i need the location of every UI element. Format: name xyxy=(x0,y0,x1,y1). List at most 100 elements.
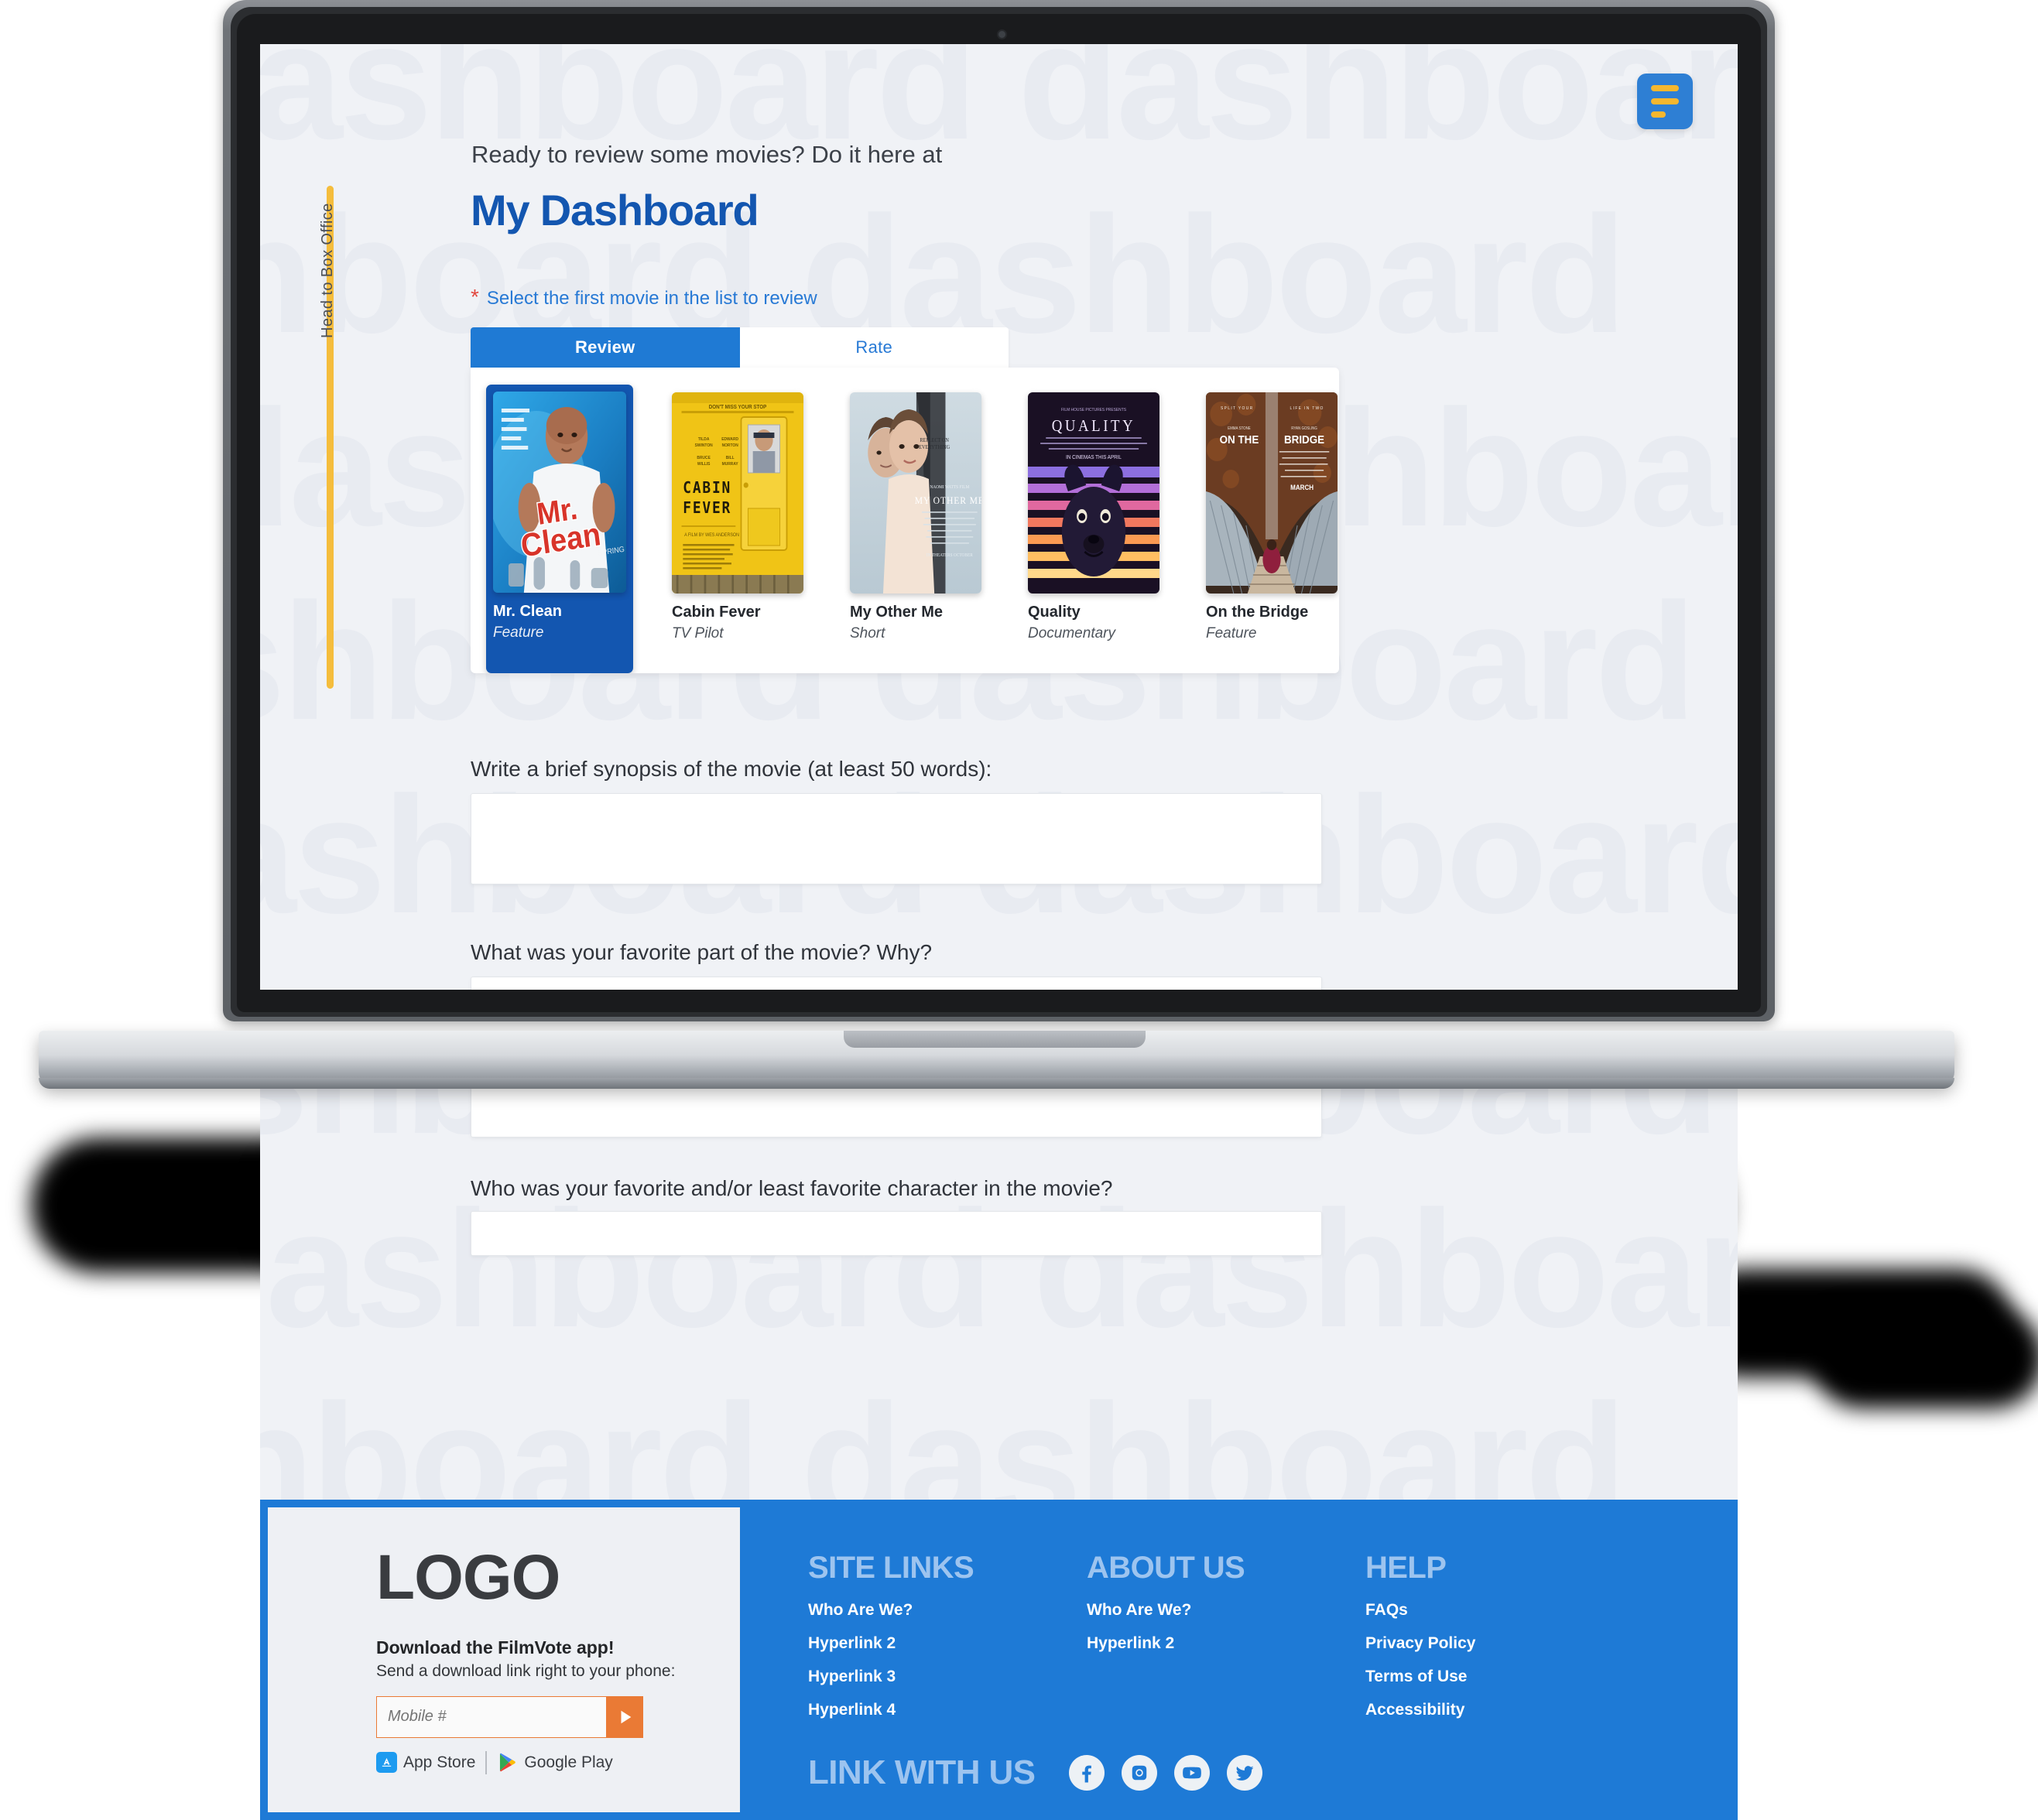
movie-type: TV Pilot xyxy=(672,625,724,641)
dashboard-page: Head to Box Office Ready to review some … xyxy=(260,44,1738,990)
facebook-icon[interactable] xyxy=(1069,1755,1105,1791)
svg-text:IN CINEMAS THIS APRIL: IN CINEMAS THIS APRIL xyxy=(1066,455,1122,460)
question-label-3: Who was your favorite and/or least favor… xyxy=(471,1176,1113,1200)
svg-text:NORTON: NORTON xyxy=(722,443,738,448)
svg-text:BRIDGE: BRIDGE xyxy=(1284,433,1324,446)
svg-text:FILM HOUSE PICTURES PRESENTS: FILM HOUSE PICTURES PRESENTS xyxy=(1061,408,1126,412)
footer-link[interactable]: Accessibility xyxy=(1365,1701,1644,1719)
page-eyebrow-text: Ready to review some movies? Do it here … xyxy=(471,141,943,168)
movie-type: Documentary xyxy=(1028,625,1115,641)
movie-poster-cabin-fever: DON'T MISS YOUR STOP TILDA SWINTON EDWAR… xyxy=(672,392,803,594)
movie-title: On the Bridge xyxy=(1206,604,1309,621)
twitter-icon[interactable] xyxy=(1227,1755,1263,1791)
svg-text:QUALITY: QUALITY xyxy=(1052,417,1135,435)
movie-title: Mr. Clean xyxy=(493,603,562,620)
required-field-note: * Select the first movie in the list to … xyxy=(471,286,817,310)
mobile-submit-button[interactable] xyxy=(607,1695,643,1738)
hamburger-menu-icon[interactable] xyxy=(1637,74,1693,129)
required-note-text: Select the first movie in the list to re… xyxy=(486,288,817,309)
svg-text:REFLECT ON: REFLECT ON xyxy=(920,438,949,443)
svg-text:TILDA: TILDA xyxy=(698,437,710,442)
svg-text:MARCH: MARCH xyxy=(1290,484,1314,492)
tab-rate[interactable]: Rate xyxy=(739,327,1009,368)
site-logo: LOGO xyxy=(376,1542,560,1613)
footer-link[interactable]: Privacy Policy xyxy=(1365,1634,1644,1653)
movie-poster-quality: FILM HOUSE PICTURES PRESENTS QUALITY IN … xyxy=(1028,392,1159,594)
app-store-link[interactable]: App Store xyxy=(376,1752,475,1774)
mobile-signup-row xyxy=(376,1695,643,1738)
svg-text:NAOMI WATTS FILM: NAOMI WATTS FILM xyxy=(930,485,969,490)
svg-text:WILLIS: WILLIS xyxy=(697,462,711,467)
hamburger-bar-3 xyxy=(1651,111,1666,118)
svg-text:BRUCE: BRUCE xyxy=(697,456,711,460)
footer-heading-about-us: ABOUT US xyxy=(1087,1551,1245,1585)
svg-text:SWINTON: SWINTON xyxy=(695,443,713,448)
google-play-label: Google Play xyxy=(524,1753,613,1771)
svg-text:IN THEATERS OCTOBER: IN THEATERS OCTOBER xyxy=(927,553,973,558)
review-rate-tabs: Review Rate xyxy=(471,327,1009,368)
question-label-2: What was your favorite part of the movie… xyxy=(471,940,933,964)
link-with-us-heading: LINK WITH US xyxy=(808,1753,1036,1791)
svg-text:EMMA STONE: EMMA STONE xyxy=(1228,426,1251,431)
hamburger-bar-2 xyxy=(1651,98,1679,104)
movie-card-quality[interactable]: FILM HOUSE PICTURES PRESENTS QUALITY IN … xyxy=(1020,385,1167,673)
laptop-webcam xyxy=(997,29,1007,39)
footer-link[interactable]: FAQs xyxy=(1365,1601,1644,1620)
movie-title: My Other Me xyxy=(850,604,944,621)
favorite-part-textarea-continued[interactable] xyxy=(471,1085,1322,1138)
movie-carousel: Mr. Clean SPRING 2020 xyxy=(471,368,1339,673)
youtube-icon[interactable] xyxy=(1174,1755,1211,1791)
question-label-1: Write a brief synopsis of the movie (at … xyxy=(471,757,992,781)
apple-app-store-icon xyxy=(376,1752,397,1774)
footer-column-help: HELP FAQs Privacy Policy Terms of Use Ac… xyxy=(1365,1551,1644,1820)
social-section: LINK WITH US xyxy=(808,1753,1263,1792)
movie-card-cabin-fever[interactable]: DON'T MISS YOUR STOP TILDA SWINTON EDWAR… xyxy=(664,385,811,673)
app-download-subtitle: Send a download link right to your phone… xyxy=(376,1661,676,1680)
instagram-icon[interactable] xyxy=(1122,1755,1158,1791)
footer-logo-panel: LOGO Download the FilmVote app! Send a d… xyxy=(268,1507,740,1812)
footer-heading-site-links: SITE LINKS xyxy=(808,1551,974,1585)
favorite-part-textarea[interactable] xyxy=(471,977,1322,990)
site-footer: LOGO Download the FilmVote app! Send a d… xyxy=(260,1500,1738,1820)
tab-review[interactable]: Review xyxy=(471,327,740,368)
svg-text:RYAN GOSLING: RYAN GOSLING xyxy=(1291,426,1317,431)
synopsis-textarea[interactable] xyxy=(471,793,1322,884)
svg-text:SPLIT YOUR: SPLIT YOUR xyxy=(1221,406,1253,411)
app-store-badges: App Store Google Play xyxy=(376,1750,740,1774)
svg-text:EDWARD: EDWARD xyxy=(721,437,738,442)
svg-text:DON'T MISS YOUR STOP: DON'T MISS YOUR STOP xyxy=(709,405,767,410)
movie-title: Quality xyxy=(1028,604,1081,621)
footer-link[interactable]: Terms of Use xyxy=(1365,1668,1644,1686)
footer-link[interactable]: Hyperlink 3 xyxy=(808,1668,1087,1686)
footer-link[interactable]: Hyperlink 4 xyxy=(808,1701,1087,1719)
movie-card-list: Mr. Clean SPRING 2020 xyxy=(486,385,1339,673)
footer-link[interactable]: Hyperlink 2 xyxy=(808,1634,1087,1653)
footer-link[interactable]: Hyperlink 2 xyxy=(1087,1634,1365,1653)
movie-card-on-the-bridge[interactable]: SPLIT YOUR LIFE IN TWO EMMA STONE ON THE… xyxy=(1198,385,1339,673)
footer-link[interactable]: Who Are We? xyxy=(808,1601,1087,1620)
app-download-title: Download the FilmVote app! xyxy=(376,1637,615,1658)
movie-poster-my-other-me: REFLECT ON EVERYTHING NAOMI WATTS FILM M… xyxy=(850,392,981,594)
movie-card-mr-clean[interactable]: Mr. Clean SPRING 2020 xyxy=(486,385,633,673)
footer-link-columns: SITE LINKS Who Are We? Hyperlink 2 Hyper… xyxy=(740,1500,1738,1820)
movie-type: Feature xyxy=(493,624,544,641)
google-play-link[interactable]: Google Play xyxy=(497,1752,613,1773)
laptop-base-notch xyxy=(844,1031,1146,1048)
movie-type: Short xyxy=(850,625,885,641)
svg-text:CABIN: CABIN xyxy=(683,479,731,497)
footer-link[interactable]: Who Are We? xyxy=(1087,1601,1365,1620)
favorite-character-input[interactable] xyxy=(471,1211,1322,1256)
google-play-icon xyxy=(497,1752,518,1773)
svg-text:ON THE: ON THE xyxy=(1220,433,1259,446)
required-asterisk-icon: * xyxy=(471,285,479,309)
mobile-number-input[interactable] xyxy=(376,1695,607,1738)
box-office-side-link[interactable]: Head to Box Office xyxy=(319,203,337,338)
screenshot-root: dashboard dashboarddashboard dashboardda… xyxy=(0,0,2038,1820)
movie-poster-on-the-bridge: SPLIT YOUR LIFE IN TWO EMMA STONE ON THE… xyxy=(1206,392,1338,594)
svg-text:A FILM BY WES ANDERSON: A FILM BY WES ANDERSON xyxy=(684,533,739,538)
hamburger-bar-1 xyxy=(1651,85,1679,91)
movie-card-my-other-me[interactable]: REFLECT ON EVERYTHING NAOMI WATTS FILM M… xyxy=(842,385,989,673)
svg-text:LIFE IN TWO: LIFE IN TWO xyxy=(1290,406,1324,411)
badge-divider xyxy=(485,1750,488,1774)
movie-type: Feature xyxy=(1206,625,1257,641)
